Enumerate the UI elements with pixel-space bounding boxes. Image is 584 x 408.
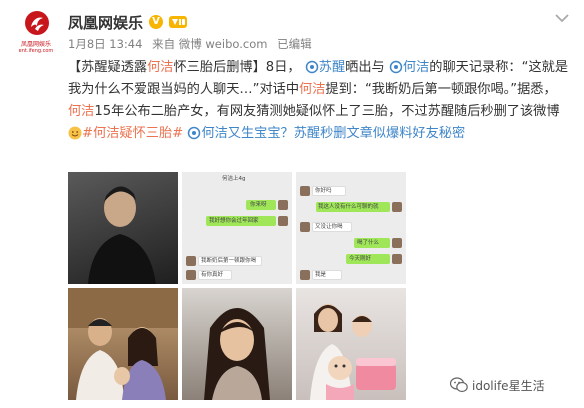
mention-link-hejie[interactable]: 何洁 bbox=[68, 104, 94, 119]
chat-avatar bbox=[278, 216, 288, 226]
watermark: idolife星生活 bbox=[450, 376, 545, 394]
chat-screenshot-thumbnail[interactable]: 何洁上4g 你来呀 我好想你会过年回家 我断奶后第一顿跟你喝 有你真好 bbox=[182, 172, 292, 284]
photo-thumbnail[interactable] bbox=[182, 288, 292, 400]
chat-message: 你好吗 bbox=[315, 188, 332, 194]
family-photo-icon bbox=[68, 288, 178, 400]
username-row: 凤凰网娱乐 bbox=[68, 12, 188, 33]
chat-message: 有你真好 bbox=[201, 272, 224, 278]
chat-screenshot-thumbnail[interactable]: 你好吗 我这人没有什么可聊的就 又没让你喝 喝了什么 今天刚好 我是 bbox=[296, 172, 406, 284]
chat-avatar bbox=[186, 270, 196, 280]
post-header: 凤凰网娱乐 ent.ifeng.com 凤凰网娱乐 1月8日 13:44 来自 … bbox=[14, 10, 574, 56]
post-text-part: 15年公布二胎产女，有网友猜测她疑似怀上了三胎，不过苏醒随后秒删了该微博 bbox=[94, 104, 560, 119]
chat-avatar bbox=[186, 256, 196, 266]
link-chain-icon bbox=[389, 60, 403, 74]
post-meta: 1月8日 13:44 来自 微博 weibo.com 已编辑 bbox=[68, 36, 318, 52]
chat-message: 又没让你喝 bbox=[315, 224, 343, 230]
photo-thumbnail[interactable] bbox=[68, 172, 178, 284]
article-link[interactable]: 何洁又生宝宝？苏醒秒删文章似爆料好友秘密 bbox=[201, 126, 465, 141]
chat-avatar bbox=[300, 270, 310, 280]
phoenix-logo-icon bbox=[25, 11, 49, 35]
hashtag-link[interactable]: #何洁疑怀三胎# bbox=[82, 126, 183, 141]
post-source[interactable]: 来自 微博 weibo.com bbox=[152, 37, 267, 51]
chat-message: 喝了什么 bbox=[357, 240, 380, 246]
link-chain-icon bbox=[188, 126, 201, 140]
mention-link-hejie[interactable]: 何洁 bbox=[147, 60, 173, 75]
chat-header: 何洁上4g bbox=[222, 176, 246, 182]
chat-avatar bbox=[392, 254, 402, 264]
account-avatar[interactable]: 凤凰网娱乐 ent.ifeng.com bbox=[14, 10, 58, 56]
watermark-label: idolife星生活 bbox=[472, 378, 545, 393]
post-text-part: 晒出与 bbox=[345, 60, 385, 75]
logo-url: ent.ifeng.com bbox=[18, 48, 54, 54]
smile-emoji-icon bbox=[68, 126, 82, 140]
mother-baby-photo-icon bbox=[310, 304, 396, 400]
chat-avatar bbox=[278, 200, 288, 210]
logo-text: 凤凰网娱乐 bbox=[20, 41, 51, 48]
chat-avatar bbox=[300, 186, 310, 196]
account-name[interactable]: 凤凰网娱乐 bbox=[68, 12, 143, 33]
photo-thumbnail[interactable] bbox=[296, 288, 406, 400]
chat-message: 我这人没有什么可聊的就 bbox=[318, 204, 379, 210]
chat-message: 你来呀 bbox=[250, 202, 267, 208]
post-text-part: 【苏醒疑透露 bbox=[68, 60, 148, 75]
man-portrait-icon bbox=[88, 186, 156, 284]
chat-avatar bbox=[392, 238, 402, 248]
woman-portrait-icon bbox=[204, 308, 270, 400]
chat-message: 我断奶后第一顿跟你喝 bbox=[201, 258, 257, 264]
chat-message: 今天刚好 bbox=[349, 256, 372, 262]
link-chain-icon bbox=[305, 60, 319, 74]
photo-thumbnail[interactable] bbox=[68, 288, 178, 400]
post-edited[interactable]: 已编辑 bbox=[277, 37, 312, 51]
mention-link-suxing[interactable]: 苏醒 bbox=[319, 60, 345, 75]
verified-badge-icon bbox=[149, 15, 164, 29]
mention-link-hejie[interactable]: 何洁 bbox=[299, 82, 325, 97]
post-text-part: 提到：“我断奶后第一顿跟你喝。”据悉， bbox=[325, 82, 557, 97]
chat-avatar bbox=[300, 222, 310, 232]
vip-badge-icon bbox=[169, 16, 188, 28]
chevron-down-icon[interactable] bbox=[554, 12, 570, 24]
chat-message: 我是 bbox=[315, 272, 327, 278]
post-time[interactable]: 1月8日 13:44 bbox=[68, 37, 142, 51]
post-text: 【苏醒疑透露何洁怀三胎后删博】8日， 苏醒晒出与 何洁的聊天记录称：“这就是我为… bbox=[68, 57, 568, 145]
chat-message: 我好想你会过年回家 bbox=[209, 218, 259, 224]
wechat-icon bbox=[450, 377, 468, 393]
chat-avatar bbox=[392, 202, 402, 212]
mention-link-hejie[interactable]: 何洁 bbox=[403, 60, 429, 75]
post-text-part: 怀三胎后删博】8日， bbox=[173, 60, 301, 75]
